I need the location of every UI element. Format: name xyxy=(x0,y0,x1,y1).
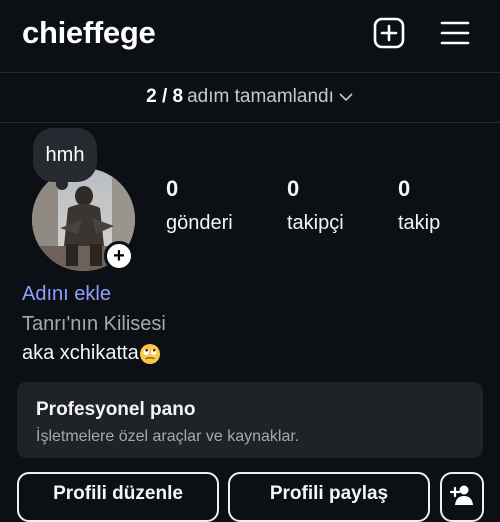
stat-posts[interactable]: 0 gönderi xyxy=(166,176,233,235)
stat-following-label: takip xyxy=(398,212,441,234)
chevron-down-icon xyxy=(338,86,354,108)
share-profile-label: Profili paylaş xyxy=(269,483,389,504)
add-name-link[interactable]: Adını ekle xyxy=(22,283,111,306)
stat-posts-value: 0 xyxy=(166,176,179,201)
bio-text: aka xchikatta xyxy=(22,342,139,364)
stat-posts-label: gönderi xyxy=(166,212,233,234)
add-person-icon xyxy=(450,485,473,505)
progress-divider xyxy=(0,122,500,123)
note-bubble[interactable]: hmh xyxy=(33,128,97,182)
stat-following[interactable]: 0 takip xyxy=(398,176,440,235)
profile-progress[interactable]: 2 / 8 adım tamamlandı xyxy=(0,86,500,108)
header-divider xyxy=(0,72,500,73)
professional-dashboard-title: Profesyonel pano xyxy=(36,399,196,420)
stat-followers[interactable]: 0 takipçi xyxy=(287,176,344,235)
profile-category: Tanrı'nın Kilisesi xyxy=(22,313,166,335)
discover-people-button[interactable] xyxy=(440,472,484,522)
edit-profile-label: Profili düzenle xyxy=(53,483,183,504)
progress-label: adım tamamlandı xyxy=(187,86,334,108)
stat-followers-label: takipçi xyxy=(287,212,344,234)
profile-bio: aka xchikatta xyxy=(22,342,161,365)
add-story-button[interactable]: + xyxy=(104,241,134,271)
professional-dashboard-card[interactable]: Profesyonel pano İşletmelere özel araçla… xyxy=(17,382,483,458)
create-button[interactable] xyxy=(371,15,407,51)
progress-count: 2 / 8 xyxy=(146,86,184,108)
profile-username[interactable]: chieffege xyxy=(22,15,156,51)
edit-profile-button[interactable]: Profili düzenle xyxy=(17,472,219,522)
note-text: hmh xyxy=(45,143,85,166)
face-with-rolling-eyes-emoji-icon xyxy=(139,343,161,365)
plus-square-icon xyxy=(373,17,405,49)
stat-followers-value: 0 xyxy=(287,176,300,201)
plus-icon: + xyxy=(113,245,125,267)
stat-following-value: 0 xyxy=(398,176,411,201)
professional-dashboard-subtitle: İşletmelere özel araçlar ve kaynaklar. xyxy=(36,428,300,445)
share-profile-button[interactable]: Profili paylaş xyxy=(228,472,430,522)
hamburger-menu-icon xyxy=(440,21,470,45)
menu-button[interactable] xyxy=(437,15,473,51)
